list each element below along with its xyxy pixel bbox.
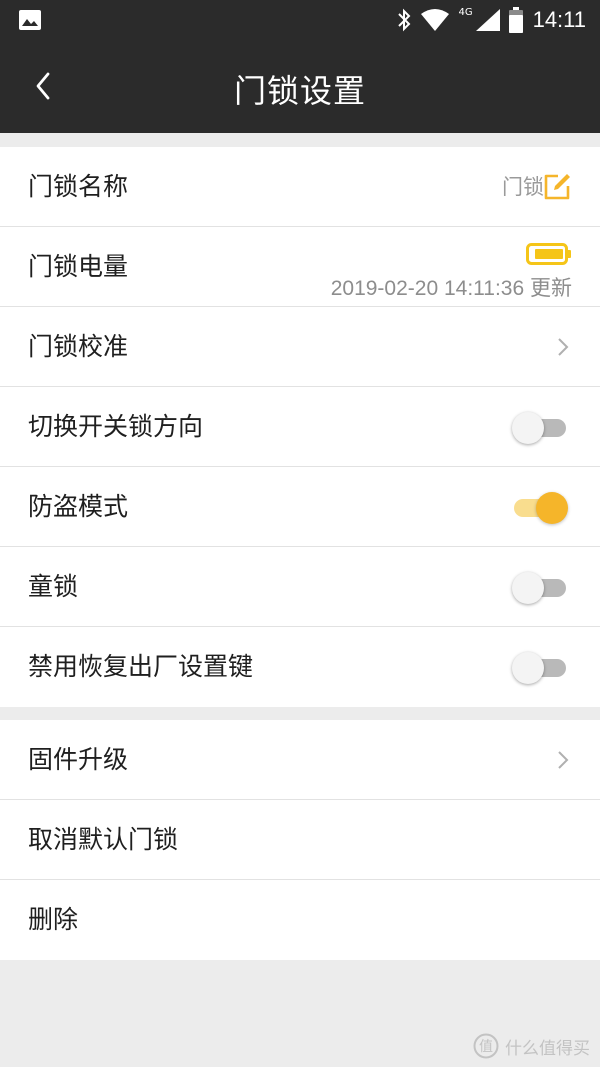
switch-direction-toggle[interactable]: [512, 411, 568, 444]
title-bar: 门锁设置: [0, 40, 600, 133]
delete-label: 删除: [28, 905, 79, 934]
toggle-knob: [512, 652, 544, 684]
status-icons: 4G 14:11: [388, 0, 586, 40]
firmware-upgrade-row[interactable]: 固件升级: [0, 720, 600, 800]
toggle-knob: [512, 572, 544, 604]
wifi-icon: [421, 9, 450, 31]
network-type-label: 4G: [458, 6, 473, 18]
bluetooth-icon: [398, 8, 411, 32]
firmware-upgrade-label: 固件升级: [28, 745, 129, 774]
toggle-knob: [512, 412, 544, 444]
disable-reset-key-row: 禁用恢复出厂设置键: [0, 627, 600, 707]
image-icon: [19, 10, 41, 30]
lock-battery-row: 门锁电量 2019-02-20 14:11:36 更新: [0, 227, 600, 307]
lock-name-label: 门锁名称: [28, 172, 129, 201]
battery-updated-time: 2019-02-20 14:11:36 更新: [330, 277, 572, 300]
lock-calibration-label: 门锁校准: [28, 332, 129, 361]
child-lock-row: 童锁: [0, 547, 600, 627]
anti-theft-label: 防盗模式: [28, 492, 129, 521]
switch-direction-label: 切换开关锁方向: [28, 412, 204, 441]
actions-group: 固件升级 取消默认门锁 删除: [0, 720, 600, 960]
lock-name-row[interactable]: 门锁名称 门锁: [0, 147, 600, 227]
anti-theft-row: 防盗模式: [0, 467, 600, 547]
toggle-knob: [536, 492, 568, 524]
delete-row[interactable]: 删除: [0, 880, 600, 960]
disable-reset-key-label: 禁用恢复出厂设置键: [28, 652, 254, 681]
cancel-default-lock-row[interactable]: 取消默认门锁: [0, 800, 600, 880]
watermark-text: 什么值得买: [505, 1038, 590, 1059]
edit-icon[interactable]: [542, 172, 572, 202]
chevron-right-icon: [558, 751, 569, 769]
disable-reset-key-toggle[interactable]: [512, 651, 568, 684]
battery-full-icon: [526, 243, 571, 265]
lock-battery-label: 门锁电量: [28, 252, 129, 281]
chevron-right-icon: [558, 338, 569, 356]
status-bar: 4G 14:11: [0, 0, 600, 40]
lock-name-value: 门锁: [502, 175, 544, 199]
battery-icon: [508, 7, 523, 33]
settings-group: 门锁名称 门锁 门锁电量 2019-02-20 14:11:36 更新 门锁校准…: [0, 147, 600, 707]
child-lock-toggle[interactable]: [512, 571, 568, 604]
watermark-logo-icon: 值: [473, 1033, 499, 1059]
status-time: 14:11: [532, 7, 586, 32]
anti-theft-toggle[interactable]: [512, 491, 568, 524]
cell-signal-icon: [475, 9, 500, 31]
page-title: 门锁设置: [233, 72, 366, 110]
switch-direction-row: 切换开关锁方向: [0, 387, 600, 467]
child-lock-label: 童锁: [28, 572, 79, 601]
lock-calibration-row[interactable]: 门锁校准: [0, 307, 600, 387]
cancel-default-lock-label: 取消默认门锁: [28, 825, 179, 854]
svg-text:值: 值: [479, 1039, 493, 1055]
watermark: 值 什么值得买: [473, 1033, 590, 1059]
